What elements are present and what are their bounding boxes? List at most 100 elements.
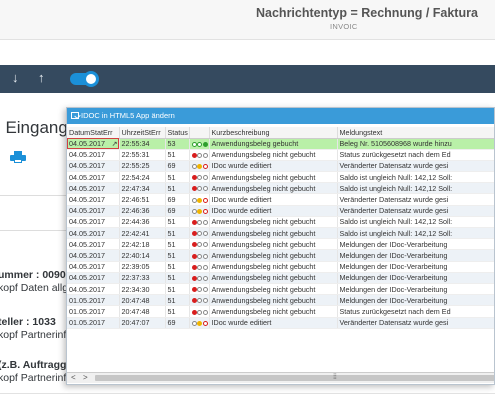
table-row[interactable]: 04.05.2017 22:37:33 51 Anwendungsbeleg nich… xyxy=(67,272,494,284)
cell-status[interactable]: 69 xyxy=(165,317,190,329)
column-header-status[interactable]: Status xyxy=(165,127,190,139)
cell-short-description[interactable]: Anwendungsbeleg nicht gebucht xyxy=(209,171,338,184)
cell-message-text[interactable]: Veränderter Datensatz wurde gesi xyxy=(337,160,494,173)
cell-date[interactable]: 04.05.2017 xyxy=(67,261,120,273)
cell-short-description[interactable]: Anwendungsbeleg nicht gebucht xyxy=(209,216,338,229)
table-row[interactable]: 04.05.2017 22:39:05 51 Anwendungsbeleg nich… xyxy=(67,261,494,273)
cell-time[interactable]: 22:55:31 xyxy=(119,149,166,161)
cell-short-description[interactable]: Anwendungsbeleg nicht gebucht xyxy=(209,305,338,318)
scroll-right-icon[interactable]: > xyxy=(83,373,88,382)
cell-date[interactable]: 04.05.2017 xyxy=(67,272,120,284)
printer-icon[interactable] xyxy=(10,151,26,163)
cell-time[interactable]: 22:40:14 xyxy=(119,249,166,262)
cell-time[interactable]: 22:37:33 xyxy=(119,272,166,284)
table-row[interactable]: 01.05.2017 20:47:48 51 Anwendungsbeleg nich… xyxy=(67,294,494,307)
cell-date[interactable]: 04.05.2017 xyxy=(67,160,120,173)
cell-time[interactable]: 22:42:41 xyxy=(119,227,166,240)
cell-time[interactable]: 22:55:25 xyxy=(119,160,166,173)
cell-status[interactable]: 51 xyxy=(165,249,190,262)
cell-date[interactable]: 01.05.2017 xyxy=(67,317,120,329)
cell-date[interactable]: 04.05.2017 xyxy=(67,171,120,184)
cell-time[interactable]: 20:47:07 xyxy=(119,317,166,329)
cell-time[interactable]: 22:46:51 xyxy=(119,193,166,206)
column-header-message-text[interactable]: Meldungstext xyxy=(337,127,494,139)
cell-short-description[interactable]: Anwendungsbeleg gebucht xyxy=(209,138,338,150)
cell-short-description[interactable]: IDoc wurde editiert xyxy=(209,317,338,329)
cell-date[interactable]: 04.05.2017 xyxy=(67,216,120,229)
cell-status[interactable]: 51 xyxy=(165,227,190,240)
cell-short-description[interactable]: IDoc wurde editiert xyxy=(209,160,338,173)
cell-status[interactable]: 51 xyxy=(165,294,190,307)
cell-short-description[interactable]: Anwendungsbeleg nicht gebucht xyxy=(209,238,338,251)
cell-time[interactable]: 22:39:05 xyxy=(119,261,166,273)
cell-short-description[interactable]: Anwendungsbeleg nicht gebucht xyxy=(209,283,338,296)
scrollbar-thumb[interactable]: ⁞⁞⁞ xyxy=(95,374,494,381)
cell-status[interactable]: 69 xyxy=(165,160,190,173)
table-row[interactable]: 04.05.2017 22:54:24 51 Anwendungsbeleg nich… xyxy=(67,171,494,184)
cell-date[interactable]: 04.05.2017 ↗ xyxy=(67,138,120,150)
cell-message-text[interactable]: Saldo ist ungleich Null: 142,12 Soll: xyxy=(337,171,494,184)
cell-status[interactable]: 53 xyxy=(165,138,190,150)
cell-status[interactable]: 69 xyxy=(165,193,190,206)
cell-time[interactable]: 20:47:48 xyxy=(119,294,166,307)
cell-message-text[interactable]: Beleg Nr. 5105608968 wurde hinzu xyxy=(337,138,494,150)
cell-message-text[interactable]: Meldungen der IDoc-Verarbeitung xyxy=(337,294,494,307)
cell-short-description[interactable]: Anwendungsbeleg nicht gebucht xyxy=(209,182,338,195)
cell-message-text[interactable]: Meldungen der IDoc-Verarbeitung xyxy=(337,272,494,284)
cell-message-text[interactable]: Meldungen der IDoc-Verarbeitung xyxy=(337,261,494,273)
cell-short-description[interactable]: Anwendungsbeleg nicht gebucht xyxy=(209,227,338,240)
table-row[interactable]: 04.05.2017 22:46:36 69 IDoc wurde editiert V… xyxy=(67,205,494,217)
table-row[interactable]: 04.05.2017 22:44:36 51 Anwendungsbeleg nich… xyxy=(67,216,494,229)
cell-message-text[interactable]: Status zurückgesetzt nach dem Ed xyxy=(337,305,494,318)
cell-time[interactable]: 22:47:34 xyxy=(119,182,166,195)
table-row[interactable]: 04.05.2017 22:55:31 51 Anwendungsbeleg nich… xyxy=(67,149,494,161)
table-row[interactable]: 04.05.2017 22:34:30 51 Anwendungsbeleg nich… xyxy=(67,283,494,296)
cell-short-description[interactable]: IDoc wurde editiert xyxy=(209,193,338,206)
cell-time[interactable]: 22:42:18 xyxy=(119,238,166,251)
cell-time[interactable]: 22:46:36 xyxy=(119,205,166,217)
cell-date[interactable]: 04.05.2017 xyxy=(67,205,120,217)
table-row[interactable]: 04.05.2017 22:55:25 69 IDoc wurde editiert V… xyxy=(67,160,494,173)
navigate-icon[interactable]: ↗ xyxy=(112,140,118,148)
cell-message-text[interactable]: Saldo ist ungleich Null: 142,12 Soll: xyxy=(337,182,494,195)
cell-time[interactable]: 22:55:34 xyxy=(119,138,166,150)
table-row[interactable]: 04.05.2017 22:47:34 51 Anwendungsbeleg nich… xyxy=(67,182,494,195)
table-row[interactable]: 04.05.2017 ↗ 22:55:34 53 Anwendungsbeleg geb… xyxy=(67,138,494,150)
cell-date[interactable]: 04.05.2017 xyxy=(67,182,120,195)
cell-short-description[interactable]: Anwendungsbeleg nicht gebucht xyxy=(209,261,338,273)
cell-status[interactable]: 51 xyxy=(165,261,190,273)
cell-date[interactable]: 04.05.2017 xyxy=(67,283,120,296)
table-row[interactable]: 04.05.2017 22:42:41 51 Anwendungsbeleg nich… xyxy=(67,227,494,240)
column-header-time[interactable]: UhrzeitStErr xyxy=(119,127,166,139)
cell-status[interactable]: 51 xyxy=(165,171,190,184)
cell-date[interactable]: 04.05.2017 xyxy=(67,249,120,262)
cell-status[interactable]: 51 xyxy=(165,238,190,251)
cell-date[interactable]: 04.05.2017 xyxy=(67,238,120,251)
cell-date[interactable]: 04.05.2017 xyxy=(67,227,120,240)
cell-message-text[interactable]: Veränderter Datensatz wurde gesi xyxy=(337,317,494,329)
cell-message-text[interactable]: Meldungen der IDoc-Verarbeitung xyxy=(337,283,494,296)
cell-date[interactable]: 04.05.2017 xyxy=(67,149,120,161)
table-row[interactable]: 01.05.2017 20:47:48 51 Anwendungsbeleg nich… xyxy=(67,305,494,318)
move-down-icon[interactable]: ↓ xyxy=(12,70,19,85)
cell-short-description[interactable]: Anwendungsbeleg nicht gebucht xyxy=(209,272,338,284)
column-header-short-description[interactable]: Kurzbeschreibung xyxy=(209,127,338,139)
cell-status[interactable]: 51 xyxy=(165,149,190,161)
cell-status[interactable]: 51 xyxy=(165,283,190,296)
scroll-left-icon[interactable]: < xyxy=(71,373,76,382)
cell-message-text[interactable]: Veränderter Datensatz wurde gesi xyxy=(337,205,494,217)
cell-time[interactable]: 22:44:36 xyxy=(119,216,166,229)
horizontal-scrollbar[interactable]: < > ⁞⁞⁞ xyxy=(67,372,494,383)
cell-status[interactable]: 69 xyxy=(165,205,190,217)
table-row[interactable]: 04.05.2017 22:40:14 51 Anwendungsbeleg nich… xyxy=(67,249,494,262)
cell-date[interactable]: 01.05.2017 xyxy=(67,305,120,318)
cell-short-description[interactable]: IDoc wurde editiert xyxy=(209,205,338,217)
cell-message-text[interactable]: Meldungen der IDoc-Verarbeitung xyxy=(337,238,494,251)
cell-message-text[interactable]: Saldo ist ungleich Null: 142,12 Soll: xyxy=(337,227,494,240)
table-row[interactable]: 01.05.2017 20:47:07 69 IDoc wurde editiert V… xyxy=(67,317,494,329)
table-row[interactable]: 04.05.2017 22:42:18 51 Anwendungsbeleg nich… xyxy=(67,238,494,251)
cell-status[interactable]: 51 xyxy=(165,216,190,229)
cell-short-description[interactable]: Anwendungsbeleg nicht gebucht xyxy=(209,249,338,262)
cell-time[interactable]: 22:34:30 xyxy=(119,283,166,296)
cell-status[interactable]: 51 xyxy=(165,305,190,318)
